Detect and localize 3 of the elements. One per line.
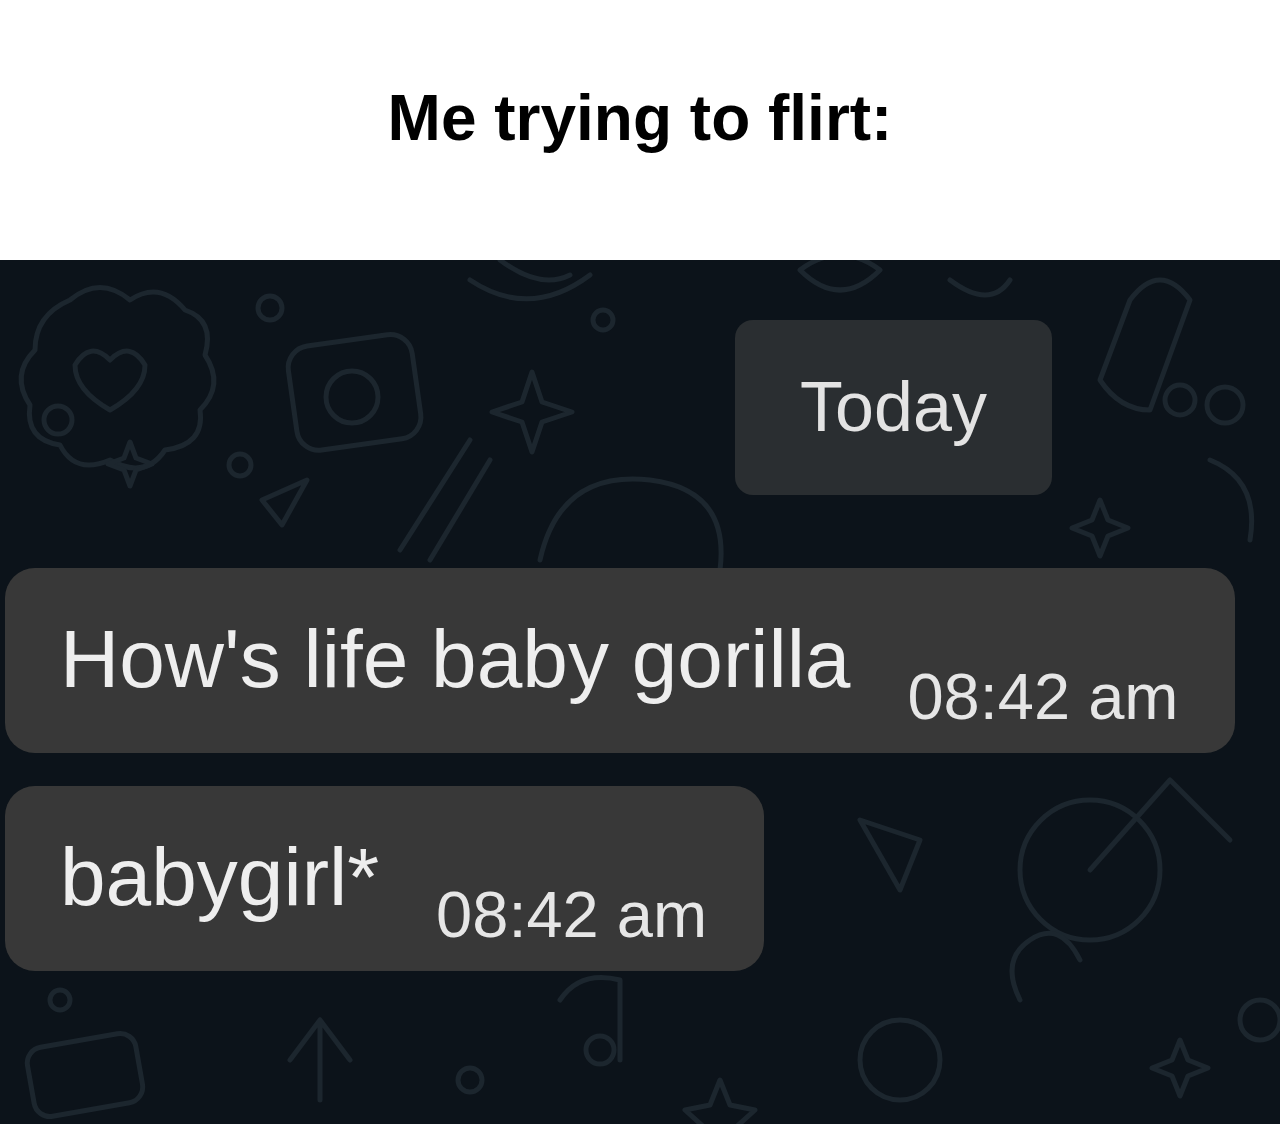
- meme-caption: Me trying to flirt:: [387, 81, 893, 156]
- message-time: 08:42 am: [436, 882, 708, 947]
- message-time: 08:42 am: [907, 664, 1179, 729]
